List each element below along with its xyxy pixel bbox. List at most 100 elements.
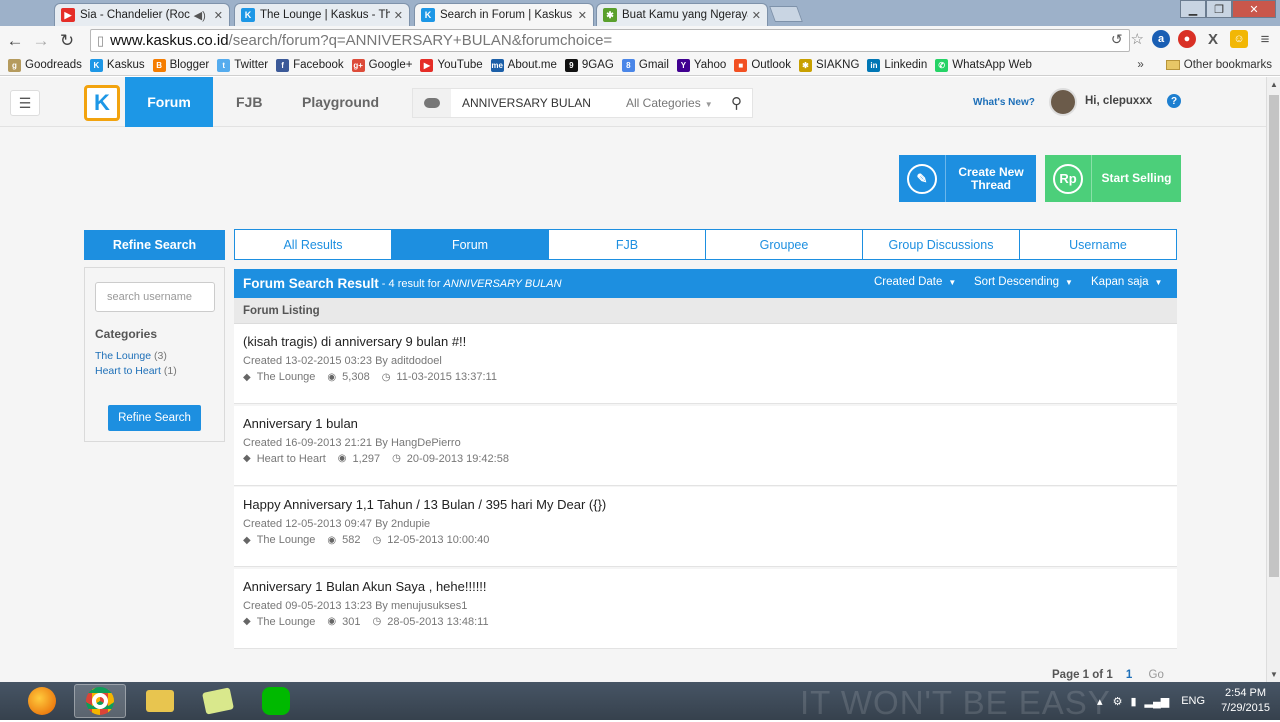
close-tab-icon[interactable]: ✕ xyxy=(214,9,223,22)
bookmark-1[interactable]: K Kaskus xyxy=(89,58,145,72)
nav-forum[interactable]: Forum xyxy=(125,77,213,127)
translate-icon[interactable]: ↺ xyxy=(1111,31,1123,48)
search-icon[interactable]: ⚲ xyxy=(731,94,742,112)
create-thread-label: Create New Thread xyxy=(958,164,1024,192)
bookmark-14[interactable]: ✆ WhatsApp Web xyxy=(935,58,1032,72)
9gag-icon: 9 xyxy=(564,58,578,72)
page-label: Page 1 of 1 xyxy=(1052,669,1113,681)
chrome-icon[interactable] xyxy=(74,684,126,718)
sort-field-dropdown[interactable]: Created Date ▼ xyxy=(874,276,956,288)
category-link-heart-to-heart[interactable]: Heart to Heart (1) xyxy=(95,365,177,377)
bookmark-6[interactable]: ▶ YouTube xyxy=(420,58,483,72)
scroll-down-icon[interactable]: ▼ xyxy=(1270,670,1278,679)
tag-icon: ◆ xyxy=(243,453,251,464)
start-selling-button[interactable]: Rp Start Selling xyxy=(1045,155,1181,202)
cloud-icon[interactable] xyxy=(413,89,451,117)
tab-title: Search in Forum | Kaskus xyxy=(440,9,573,21)
address-bar[interactable]: ▯ www.kaskus.co.id/search/forum?q=ANNIVE… xyxy=(90,29,1130,52)
network-icon[interactable]: ⚙ xyxy=(1113,695,1123,708)
bookmark-5[interactable]: g+ Google+ xyxy=(351,58,412,72)
scrollbar-thumb[interactable] xyxy=(1269,95,1279,577)
browser-tab-2[interactable]: K Search in Forum | Kaskus ✕ xyxy=(414,3,594,26)
time-range-dropdown[interactable]: Kapan saja ▼ xyxy=(1091,276,1162,288)
new-tab-button[interactable] xyxy=(769,6,803,22)
close-tab-icon[interactable]: ✕ xyxy=(578,9,587,22)
file-explorer-icon[interactable] xyxy=(134,684,186,718)
adblock-icon[interactable]: ● xyxy=(1178,30,1196,48)
more-bookmarks-chevron[interactable]: » xyxy=(1137,59,1143,71)
thread-title-link[interactable]: Anniversary 1 bulan xyxy=(243,416,358,431)
reload-icon[interactable]: ↻ xyxy=(56,30,78,52)
go-button[interactable]: Go xyxy=(1149,669,1164,681)
bookmark-8[interactable]: 9 9GAG xyxy=(564,58,614,72)
tab-all-results[interactable]: All Results xyxy=(235,230,392,259)
account-icon[interactable]: a xyxy=(1152,30,1170,48)
sticky-notes-icon[interactable] xyxy=(192,684,244,718)
sort-order-dropdown[interactable]: Sort Descending ▼ xyxy=(974,276,1073,288)
kaskus-logo[interactable]: K xyxy=(84,85,120,121)
browser-tab-1[interactable]: K The Lounge | Kaskus - The ✕ xyxy=(234,3,410,26)
user-greeting[interactable]: Hi, clepuxxx xyxy=(1085,95,1152,107)
create-thread-button[interactable]: ✎ Create New Thread xyxy=(899,155,1036,202)
tray-arrow-icon[interactable]: ▴ xyxy=(1097,695,1103,708)
bookmark-3[interactable]: t Twitter xyxy=(217,58,268,72)
bookmark-4[interactable]: f Facebook xyxy=(276,58,344,72)
x-extension-icon[interactable]: X xyxy=(1204,30,1222,48)
thread-category-link[interactable]: The Lounge xyxy=(257,534,316,546)
tab-fjb[interactable]: FJB xyxy=(549,230,706,259)
battery-icon[interactable]: ▮ xyxy=(1130,695,1136,708)
tab-forum[interactable]: Forum xyxy=(392,230,549,259)
clock[interactable]: 2:54 PM 7/29/2015 xyxy=(1221,686,1270,716)
search-input[interactable]: ANNIVERSARY BULAN xyxy=(462,96,612,110)
other-bookmarks[interactable]: » Other bookmarks xyxy=(1137,59,1272,71)
username-search-input[interactable]: search username xyxy=(95,282,215,312)
thread-title-link[interactable]: Anniversary 1 Bulan Akun Saya , hehe!!!!… xyxy=(243,579,487,594)
whats-new-link[interactable]: What's New? xyxy=(973,97,1035,108)
page-number-link[interactable]: 1 xyxy=(1126,669,1132,681)
nav-playground[interactable]: Playground xyxy=(302,77,379,127)
back-icon[interactable]: ← xyxy=(4,30,26,52)
tab-username[interactable]: Username xyxy=(1020,230,1176,259)
scroll-up-icon[interactable]: ▲ xyxy=(1270,80,1278,89)
help-icon[interactable]: ? xyxy=(1167,94,1181,108)
category-select[interactable]: All Categories ▼ xyxy=(626,96,713,110)
category-link-the-lounge[interactable]: The Lounge (3) xyxy=(95,350,167,362)
page-scrollbar[interactable]: ▲ ▼ xyxy=(1266,77,1280,682)
hamburger-menu-icon[interactable]: ☰ xyxy=(10,90,40,116)
bookmark-2[interactable]: B Blogger xyxy=(152,58,209,72)
tab-group-discussions[interactable]: Group Discussions xyxy=(863,230,1020,259)
bookmark-11[interactable]: ■ Outlook xyxy=(734,58,791,72)
menu-icon[interactable]: ≡ xyxy=(1256,30,1274,48)
close-tab-icon[interactable]: ✕ xyxy=(394,9,403,22)
avatar[interactable] xyxy=(1049,88,1077,116)
thread-title-link[interactable]: Happy Anniversary 1,1 Tahun / 13 Bulan /… xyxy=(243,497,606,512)
browser-tab-3[interactable]: ✱ Buat Kamu yang Ngeraya ✕ xyxy=(596,3,768,26)
forward-icon[interactable]: → xyxy=(30,30,52,52)
close-tab-icon[interactable]: ✕ xyxy=(752,9,761,22)
line-app-icon[interactable] xyxy=(250,684,302,718)
bookmark-label: SIAKNG xyxy=(815,59,860,71)
firefox-icon[interactable] xyxy=(16,684,68,718)
thread-title-link[interactable]: (kisah tragis) di anniversary 9 bulan #!… xyxy=(243,334,466,349)
results-title: Forum Search Result xyxy=(243,276,379,291)
thread-category-link[interactable]: Heart to Heart xyxy=(257,453,326,465)
thread-category-link[interactable]: The Lounge xyxy=(257,616,316,628)
bookmark-13[interactable]: in Linkedin xyxy=(867,58,927,72)
close-window-icon[interactable]: ✕ xyxy=(1232,0,1276,18)
language-indicator[interactable]: ENG xyxy=(1181,695,1205,707)
browser-tab-0[interactable]: ▶ Sia - Chandelier (Rock ◀) ✕ xyxy=(54,3,230,26)
minimize-icon[interactable]: ▁ xyxy=(1180,0,1206,18)
bookmark-7[interactable]: me About.me xyxy=(490,58,557,72)
tab-groupee[interactable]: Groupee xyxy=(706,230,863,259)
refine-search-button[interactable]: Refine Search xyxy=(108,405,201,431)
thread-category-link[interactable]: The Lounge xyxy=(257,371,316,383)
bookmark-9[interactable]: 8 Gmail xyxy=(621,58,669,72)
star-icon[interactable]: ☆ xyxy=(1131,30,1144,48)
face-extension-icon[interactable]: ☺ xyxy=(1230,30,1248,48)
bookmark-10[interactable]: Y Yahoo xyxy=(676,58,726,72)
bookmark-0[interactable]: g Goodreads xyxy=(8,58,82,72)
signal-icon[interactable]: ▂▄▆ xyxy=(1145,695,1170,708)
nav-fjb[interactable]: FJB xyxy=(236,77,262,127)
bookmark-12[interactable]: ✱ SIAKNG xyxy=(798,58,860,72)
maximize-icon[interactable]: ❐ xyxy=(1206,0,1232,18)
